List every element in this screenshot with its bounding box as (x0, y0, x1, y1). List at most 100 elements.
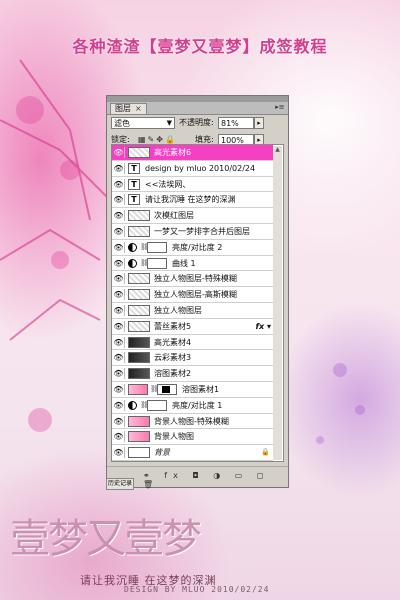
layer-row[interactable]: 👁 ⛓ 亮度/对比度 1 (112, 397, 273, 414)
layer-name: 亮度/对比度 1 (172, 400, 223, 410)
layer-name: 高光素材6 (154, 148, 192, 157)
layer-thumbnail[interactable] (128, 273, 150, 285)
layer-row[interactable]: 👁 高光素材6 (112, 145, 273, 161)
layer-row[interactable]: 👁 T <<法埃网、 (112, 176, 273, 193)
adjustment-icon (128, 242, 137, 252)
layer-row[interactable]: 👁 一梦又一梦排字合并后图层 (112, 223, 273, 240)
layers-panel: 图层 × ▸≡ 滤色 ▼ 不透明度: 81% ▸ 锁定: ▦✎✥🔒 填充: 100… (106, 95, 289, 489)
layer-row[interactable]: 👁 Tdesign by mluo 2010/02/24 (112, 160, 273, 177)
text-layer-icon: T (128, 194, 140, 206)
layer-row[interactable]: 👁 高光素材4 (112, 334, 273, 351)
layers-scrollbar[interactable]: ▲ (272, 146, 282, 460)
opacity-input[interactable]: 81% (218, 117, 254, 129)
eye-icon[interactable]: 👁 (113, 431, 125, 443)
layer-row[interactable]: 👁 云彩素材3 (112, 350, 273, 367)
layer-name: 背景 (154, 448, 170, 458)
layer-mask-thumbnail[interactable] (147, 257, 167, 269)
layer-thumbnail[interactable] (128, 304, 150, 316)
layer-thumbnail[interactable] (128, 352, 150, 364)
eye-icon[interactable]: 👁 (113, 147, 125, 158)
text-layer-icon: T (128, 162, 140, 174)
opacity-slider-button[interactable]: ▸ (254, 117, 264, 129)
panel-menu-icon[interactable]: ▸≡ (275, 103, 285, 112)
eye-icon[interactable]: 👁 (113, 273, 125, 285)
panel-titlebar: 图层 × ▸≡ (107, 102, 288, 115)
chevron-down-icon: ▼ (166, 119, 172, 127)
layer-mask-thumbnail[interactable] (157, 383, 177, 395)
layer-row[interactable]: 👁 独立人物图层-高斯模糊 (112, 287, 273, 303)
logo-text: 壹梦又壹梦 (10, 516, 202, 562)
blend-mode-select[interactable]: 滤色 ▼ (111, 117, 175, 129)
layer-row[interactable]: 👁 溶图素材2 (112, 366, 273, 382)
layer-thumbnail[interactable] (128, 225, 150, 237)
layer-row[interactable]: 👁 独立人物图层-特殊模糊 (112, 271, 273, 288)
tab-history[interactable]: 历史记录 (106, 478, 134, 490)
layer-thumbnail[interactable] (128, 431, 150, 443)
layer-name: 独立人物图层-特殊模糊 (154, 274, 237, 284)
layer-name: 亮度/对比度 2 (172, 242, 223, 252)
eye-icon[interactable]: 👁 (113, 289, 125, 301)
layer-name: 背景人物图-特殊模糊 (154, 416, 229, 426)
layer-name: 曲线 1 (172, 258, 196, 268)
layer-name: 独立人物图层-高斯模糊 (154, 290, 237, 300)
layer-row[interactable]: 👁 次模红图层 (112, 208, 273, 224)
layer-thumbnail[interactable] (128, 210, 150, 222)
eye-icon[interactable]: 👁 (113, 320, 125, 332)
eye-icon[interactable]: 👁 (113, 257, 125, 269)
layer-thumbnail[interactable] (128, 368, 150, 380)
layer-thumbnail[interactable] (128, 336, 150, 348)
eye-icon[interactable]: 👁 (113, 415, 125, 427)
close-icon[interactable]: × (135, 104, 142, 113)
layer-name: 蕾丝素材5 (154, 321, 192, 331)
layers-list: ▲ 👁 高光素材6 👁 Tdesign by mluo 2010/02/24 👁 T <<法… (111, 144, 284, 462)
eye-icon[interactable]: 👁 (113, 383, 125, 395)
layer-name: 次模红图层 (154, 211, 194, 221)
text-layer-icon: T (128, 178, 140, 190)
eye-icon[interactable]: 👁 (113, 225, 125, 237)
eye-icon[interactable]: 👁 (113, 304, 125, 316)
layer-effects-icon[interactable]: fx ▾ (256, 319, 271, 334)
tab-layers[interactable]: 图层 × (110, 103, 147, 114)
layer-thumbnail[interactable] (128, 289, 150, 301)
layer-name: 溶图素材2 (154, 369, 192, 379)
layer-row[interactable]: 👁 ⛓ 溶图素材1 (112, 381, 273, 398)
eye-icon[interactable]: 👁 (113, 194, 125, 206)
layer-row[interactable]: 👁 背景 🔒 (112, 445, 273, 461)
adjustment-icon (128, 258, 137, 268)
eye-icon[interactable]: 👁 (113, 368, 125, 380)
layer-name: 溶图素材1 (182, 384, 220, 394)
layer-thumbnail[interactable] (128, 415, 150, 427)
eye-icon[interactable]: 👁 (113, 162, 125, 174)
eye-icon[interactable]: 👁 (113, 352, 125, 364)
blend-mode-value: 滤色 (114, 119, 130, 128)
eye-icon[interactable]: 👁 (113, 210, 125, 222)
layer-mask-thumbnail[interactable] (147, 399, 167, 411)
layer-name: <<法埃网、 (145, 179, 191, 189)
panel-action-icons[interactable]: ⚭ fx ◘ ◑ ▭ ◻ 🗑 (143, 471, 288, 489)
layer-row[interactable]: 👁 蕾丝素材5 fx ▾ (112, 318, 273, 335)
layer-row[interactable]: 👁 ⛓ 亮度/对比度 2 (112, 239, 273, 256)
layer-row[interactable]: 👁 T 请让我沉睡 在这梦的深渊 (112, 192, 273, 209)
layer-mask-thumbnail[interactable] (147, 241, 167, 253)
opacity-label: 不透明度: (179, 118, 214, 127)
logo: 壹梦又壹梦 (10, 506, 202, 564)
layer-thumbnail[interactable] (128, 320, 150, 332)
eye-icon[interactable]: 👁 (113, 241, 125, 253)
layer-thumbnail[interactable] (128, 447, 150, 459)
eye-icon[interactable]: 👁 (113, 399, 125, 411)
layer-row[interactable]: 👁 背景人物图-特殊模糊 (112, 413, 273, 430)
scroll-up-icon[interactable]: ▲ (274, 147, 281, 153)
eye-icon[interactable]: 👁 (113, 336, 125, 348)
eye-icon[interactable]: 👁 (113, 178, 125, 190)
layer-row[interactable]: 👁 ⛓ 曲线 1 (112, 255, 273, 272)
panel-bottom-bar: ⚭ fx ◘ ◑ ▭ ◻ 🗑 (107, 466, 288, 489)
layer-name: 一梦又一梦排字合并后图层 (154, 226, 250, 236)
layer-row[interactable]: 👁 独立人物图层 (112, 302, 273, 319)
blend-row: 滤色 ▼ 不透明度: 81% ▸ (107, 115, 288, 132)
layer-thumbnail[interactable] (128, 147, 150, 158)
eye-icon[interactable]: 👁 (113, 447, 125, 459)
layer-thumbnail[interactable] (128, 383, 148, 395)
layer-row[interactable]: 👁 背景人物图 (112, 429, 273, 446)
tab-layers-label: 图层 (115, 104, 131, 113)
layer-name: 云彩素材3 (154, 353, 192, 363)
